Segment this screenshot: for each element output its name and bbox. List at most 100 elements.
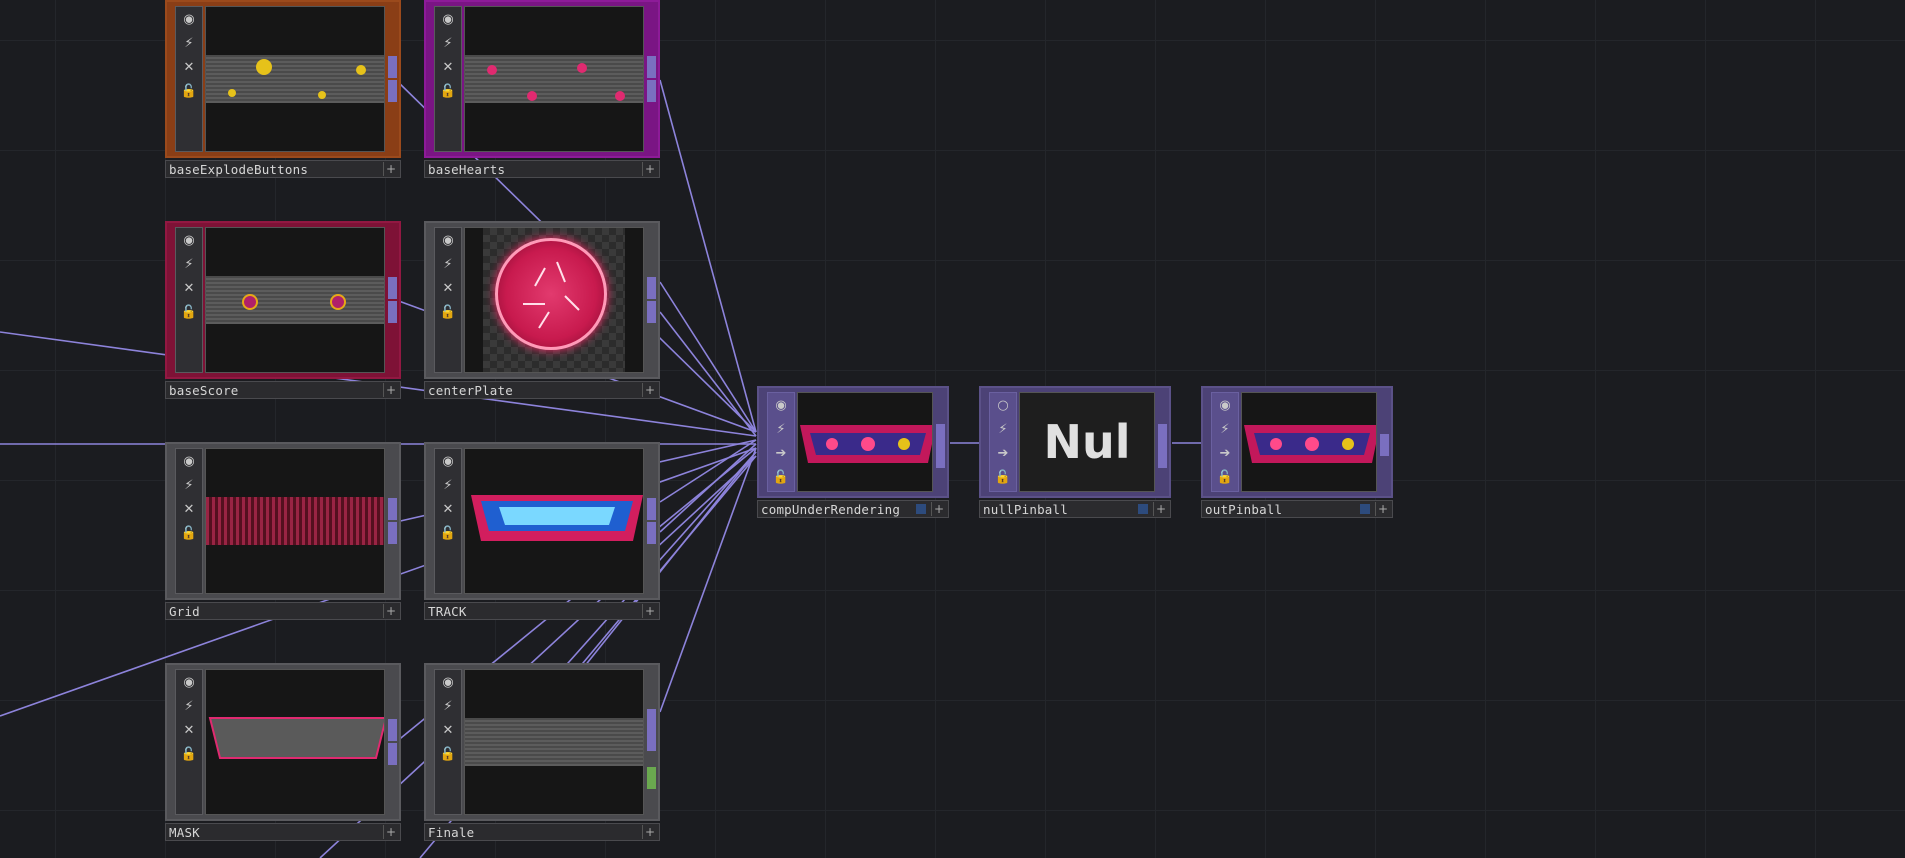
- node-TRACK[interactable]: ◉ ⚡ ✕ 🔓 TRACK +: [424, 442, 660, 622]
- viewer-icon[interactable]: ◉: [435, 449, 461, 473]
- node-centerPlate[interactable]: ◉ ⚡ ✕ 🔓 centerPlate +: [424, 221, 660, 401]
- node-Grid[interactable]: ◉ ⚡ ✕ 🔓 Grid +: [165, 442, 401, 622]
- bypass-icon[interactable]: ✕: [176, 497, 202, 521]
- node-viewer[interactable]: [205, 6, 385, 152]
- output-connector[interactable]: [647, 522, 656, 544]
- viewer-icon[interactable]: ◉: [768, 393, 794, 417]
- lock-icon[interactable]: 🔓: [176, 521, 202, 545]
- output-connector[interactable]: [388, 719, 397, 741]
- node-viewer[interactable]: [464, 6, 644, 152]
- cook-icon[interactable]: ⚡: [990, 417, 1016, 441]
- node-label-bar[interactable]: MASK +: [165, 823, 401, 841]
- plus-icon[interactable]: +: [642, 162, 657, 176]
- output-connector[interactable]: [647, 80, 656, 102]
- viewer-icon[interactable]: ◉: [176, 449, 202, 473]
- bypass-icon[interactable]: ✕: [435, 718, 461, 742]
- node-baseHearts[interactable]: ◉ ⚡ ✕ 🔓 baseHearts +: [424, 0, 660, 180]
- node-viewer[interactable]: [797, 392, 933, 492]
- plus-icon[interactable]: +: [383, 825, 398, 839]
- node-viewer[interactable]: Nul: [1019, 392, 1155, 492]
- plus-icon[interactable]: +: [383, 162, 398, 176]
- cook-icon[interactable]: ⚡: [176, 694, 202, 718]
- cook-icon[interactable]: ⚡: [435, 473, 461, 497]
- lock-icon[interactable]: 🔓: [176, 79, 202, 103]
- plus-icon[interactable]: +: [1375, 502, 1390, 516]
- output-connector[interactable]: [388, 56, 397, 78]
- node-baseScore[interactable]: ◉ ⚡ ✕ 🔓 baseScore +: [165, 221, 401, 401]
- viewer-icon[interactable]: ◉: [435, 670, 461, 694]
- node-viewer[interactable]: [1241, 392, 1377, 492]
- node-label-bar[interactable]: TRACK +: [424, 602, 660, 620]
- node-MASK[interactable]: ◉ ⚡ ✕ 🔓 MASK +: [165, 663, 401, 843]
- plus-icon[interactable]: +: [383, 604, 398, 618]
- output-connector[interactable]: [1380, 434, 1389, 456]
- node-label-bar[interactable]: baseScore +: [165, 381, 401, 399]
- node-viewer[interactable]: [205, 669, 385, 815]
- cook-icon[interactable]: ⚡: [435, 31, 461, 55]
- cook-icon[interactable]: ⚡: [768, 417, 794, 441]
- plus-icon[interactable]: +: [1153, 502, 1168, 516]
- cook-icon[interactable]: ⚡: [176, 31, 202, 55]
- bypass-icon[interactable]: ✕: [176, 55, 202, 79]
- node-label-bar[interactable]: compUnderRendering +: [757, 500, 949, 518]
- node-nullPinball[interactable]: ○ ⚡ ➔ 🔓 Nul nullPinball +: [979, 386, 1171, 518]
- node-label-bar[interactable]: Grid +: [165, 602, 401, 620]
- node-label-bar[interactable]: nullPinball +: [979, 500, 1171, 518]
- output-connector[interactable]: [388, 522, 397, 544]
- output-connector-green[interactable]: [647, 767, 656, 789]
- node-viewer[interactable]: [205, 448, 385, 594]
- output-connector[interactable]: [388, 80, 397, 102]
- plus-icon[interactable]: +: [642, 604, 657, 618]
- display-flag-icon[interactable]: [1360, 504, 1370, 514]
- viewer-icon[interactable]: ◉: [176, 7, 202, 31]
- output-connector[interactable]: [388, 498, 397, 520]
- arrow-icon[interactable]: ➔: [768, 441, 794, 465]
- node-baseExplodeButtons[interactable]: ◉ ⚡ ✕ 🔓 baseExplodeButtons +: [165, 0, 401, 180]
- output-connector[interactable]: [647, 709, 656, 731]
- node-outPinball[interactable]: ◉ ⚡ ➔ 🔓 outPinball +: [1201, 386, 1393, 518]
- cook-icon[interactable]: ⚡: [1212, 417, 1238, 441]
- output-connector[interactable]: [647, 277, 656, 299]
- lock-icon[interactable]: 🔓: [176, 742, 202, 766]
- node-label-bar[interactable]: baseExplodeButtons +: [165, 160, 401, 178]
- bypass-icon[interactable]: ✕: [435, 55, 461, 79]
- circle-icon[interactable]: ○: [990, 393, 1016, 417]
- node-label-bar[interactable]: baseHearts +: [424, 160, 660, 178]
- lock-icon[interactable]: 🔓: [435, 521, 461, 545]
- output-connector[interactable]: [388, 277, 397, 299]
- lock-icon[interactable]: 🔓: [768, 465, 794, 489]
- plus-icon[interactable]: +: [642, 383, 657, 397]
- cook-icon[interactable]: ⚡: [435, 694, 461, 718]
- node-viewer[interactable]: [205, 227, 385, 373]
- bypass-icon[interactable]: ✕: [176, 718, 202, 742]
- output-connector[interactable]: [1158, 446, 1167, 468]
- output-connector[interactable]: [388, 743, 397, 765]
- display-flag-icon[interactable]: [1138, 504, 1148, 514]
- node-viewer[interactable]: [464, 227, 644, 373]
- cook-icon[interactable]: ⚡: [435, 252, 461, 276]
- output-connector[interactable]: [1158, 424, 1167, 446]
- output-connector[interactable]: [647, 729, 656, 751]
- node-compUnderRendering[interactable]: ◉ ⚡ ➔ 🔓 compUnderRendering +: [757, 386, 949, 518]
- display-flag-icon[interactable]: [916, 504, 926, 514]
- lock-icon[interactable]: 🔓: [1212, 465, 1238, 489]
- lock-icon[interactable]: 🔓: [176, 300, 202, 324]
- lock-icon[interactable]: 🔓: [990, 465, 1016, 489]
- bypass-icon[interactable]: ✕: [176, 276, 202, 300]
- viewer-icon[interactable]: ◉: [1212, 393, 1238, 417]
- lock-icon[interactable]: 🔓: [435, 300, 461, 324]
- bypass-icon[interactable]: ✕: [435, 497, 461, 521]
- output-connector[interactable]: [647, 301, 656, 323]
- cook-icon[interactable]: ⚡: [176, 473, 202, 497]
- viewer-icon[interactable]: ◉: [176, 670, 202, 694]
- output-connector[interactable]: [936, 424, 945, 446]
- viewer-icon[interactable]: ◉: [435, 7, 461, 31]
- node-label-bar[interactable]: centerPlate +: [424, 381, 660, 399]
- viewer-icon[interactable]: ◉: [435, 228, 461, 252]
- plus-icon[interactable]: +: [931, 502, 946, 516]
- node-label-bar[interactable]: outPinball +: [1201, 500, 1393, 518]
- lock-icon[interactable]: 🔓: [435, 79, 461, 103]
- output-connector[interactable]: [936, 446, 945, 468]
- arrow-icon[interactable]: ➔: [1212, 441, 1238, 465]
- plus-icon[interactable]: +: [383, 383, 398, 397]
